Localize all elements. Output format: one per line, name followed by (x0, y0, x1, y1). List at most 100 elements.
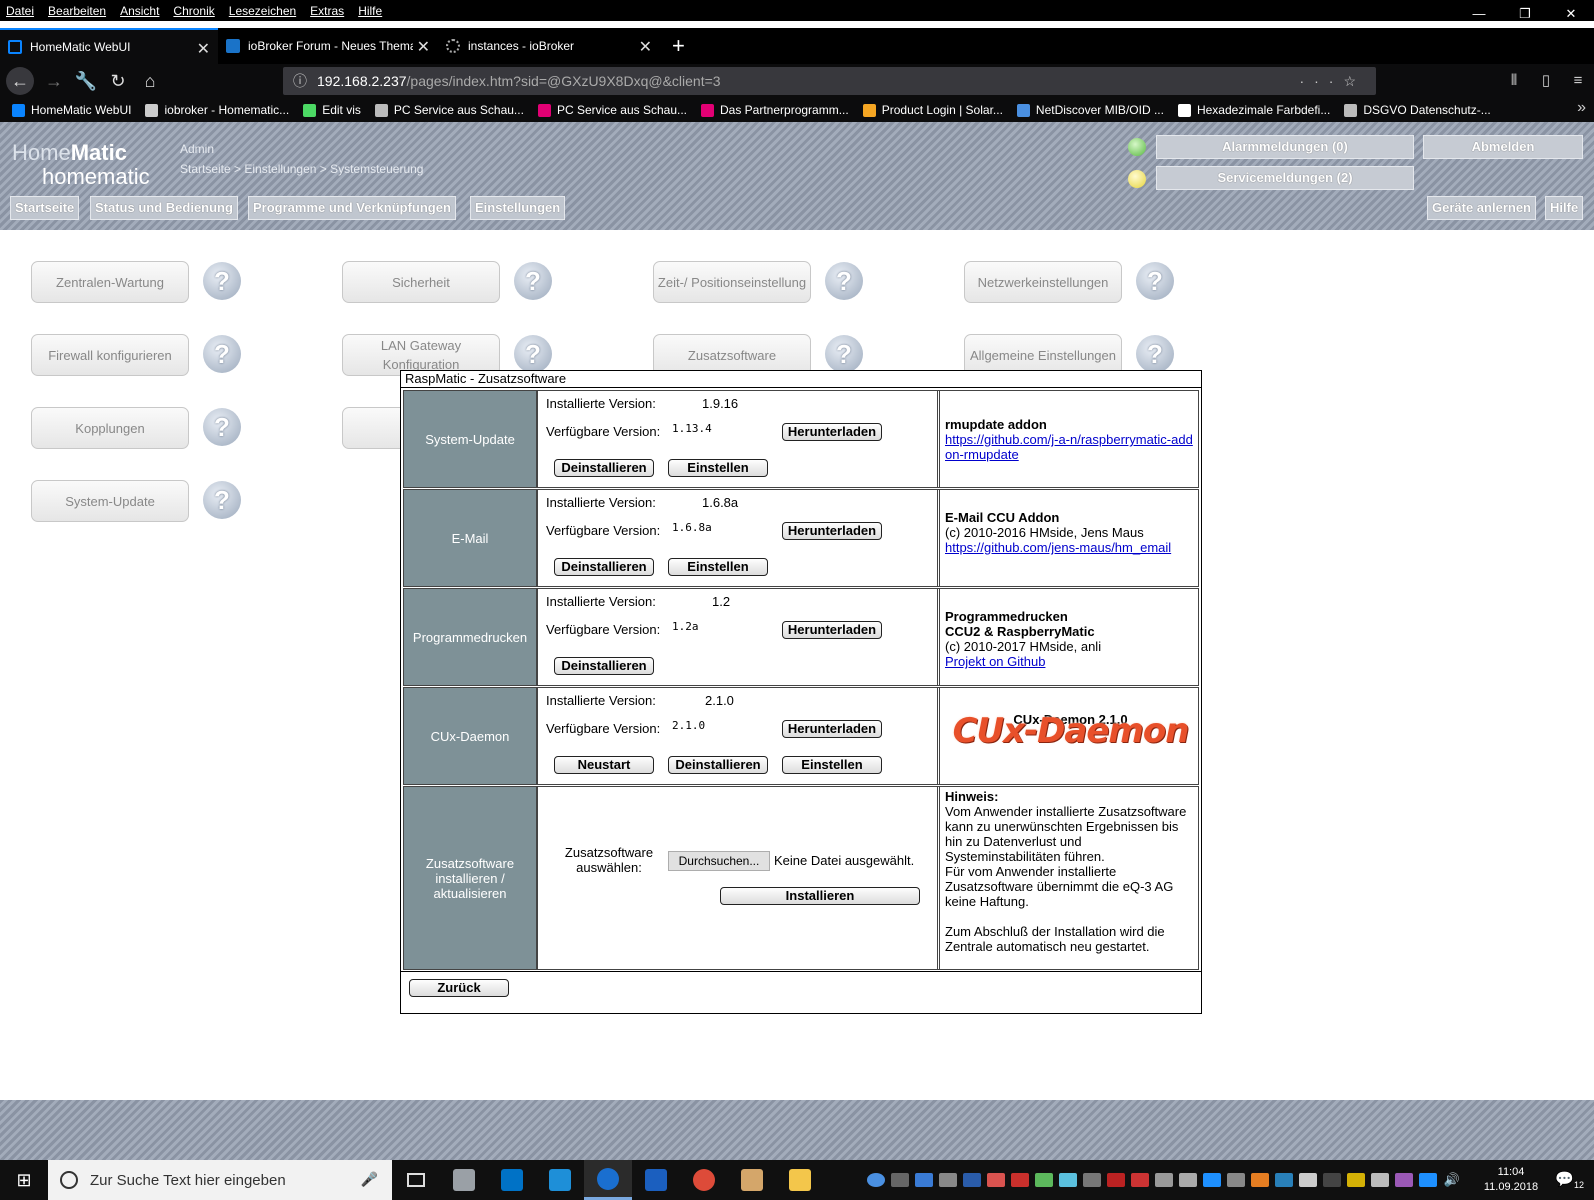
close-tab-icon[interactable]: ✕ (197, 39, 210, 59)
bookmark-item[interactable]: HomeMatic WebUI (12, 103, 131, 117)
uninstall-button[interactable]: Deinstallieren (554, 459, 654, 477)
browse-button[interactable]: Durchsuchen... (668, 851, 770, 871)
hamburger-menu-icon[interactable]: ≡ (1562, 67, 1594, 95)
nav-startseite[interactable]: Startseite (10, 196, 80, 220)
nav-einstellungen[interactable]: Einstellungen (470, 196, 566, 220)
uninstall-button[interactable]: Deinstallieren (554, 558, 654, 576)
tray-app-icon[interactable] (1322, 1173, 1341, 1187)
tray-app-icon[interactable] (986, 1173, 1005, 1187)
bluetooth-icon[interactable] (1418, 1173, 1437, 1187)
info-icon[interactable]: ⓘ (293, 67, 307, 95)
sidebar-icon[interactable]: ▯ (1530, 67, 1562, 95)
service-messages-button[interactable]: Servicemeldungen (2) (1156, 166, 1414, 190)
taskbar-app-icon[interactable] (536, 1160, 584, 1200)
tray-app-icon[interactable] (1082, 1173, 1101, 1187)
tray-app-icon[interactable] (1298, 1173, 1317, 1187)
bookmark-item[interactable]: Das Partnerprogramm... (701, 103, 849, 117)
bookmark-item[interactable]: iobroker - Homematic... (145, 103, 289, 117)
notification-center-icon[interactable]: 💬12 (1555, 1170, 1584, 1190)
tray-app-icon[interactable] (1154, 1173, 1173, 1187)
help-icon[interactable]: ? (1136, 262, 1174, 300)
tray-app-icon[interactable] (962, 1173, 981, 1187)
menu-ansicht[interactable]: Ansicht (120, 4, 159, 18)
reload-icon[interactable]: ↻ (102, 67, 134, 95)
restore-button[interactable]: ❐ (1502, 0, 1548, 28)
volume-icon[interactable]: 🔊 (1444, 1172, 1460, 1188)
help-icon[interactable]: ? (514, 262, 552, 300)
new-tab-button[interactable]: + (660, 28, 697, 64)
taskbar-app-icon[interactable] (776, 1160, 824, 1200)
alarm-messages-button[interactable]: Alarmmeldungen (0) (1156, 135, 1414, 159)
menu-lesezeichen[interactable]: Lesezeichen (229, 4, 296, 18)
help-icon[interactable]: ? (825, 262, 863, 300)
close-tab-icon[interactable]: ✕ (417, 37, 430, 57)
back-button[interactable]: Zurück (409, 979, 509, 997)
help-icon[interactable]: ? (514, 335, 552, 373)
menu-extras[interactable]: Extras (310, 4, 344, 18)
microphone-icon[interactable]: 🎤 (361, 1171, 378, 1188)
taskbar-app-icon[interactable] (440, 1160, 488, 1200)
uninstall-button[interactable]: Deinstallieren (668, 756, 768, 774)
network-settings-button[interactable]: Netzwerkeinstellungen (964, 261, 1122, 303)
minimize-button[interactable]: — (1456, 0, 1502, 28)
tray-app-icon[interactable] (1010, 1173, 1029, 1187)
configure-button[interactable]: Einstellen (668, 459, 768, 477)
bookmark-item[interactable]: PC Service aus Schau... (374, 103, 524, 117)
help-icon[interactable]: ? (825, 335, 863, 373)
tab-iobroker-forum[interactable]: ioBroker Forum - Neues Thema ✕ (218, 28, 438, 64)
bookmark-item[interactable]: Edit vis (303, 103, 361, 117)
tray-app-icon[interactable] (914, 1173, 933, 1187)
tray-app-icon[interactable] (1370, 1173, 1389, 1187)
bookmark-item[interactable]: DSGVO Datenschutz-... (1344, 103, 1491, 117)
pairings-button[interactable]: Kopplungen (31, 407, 189, 449)
download-button[interactable]: Herunterladen (782, 522, 882, 540)
addon-link[interactable]: Projekt on Github (945, 654, 1045, 669)
tray-app-icon[interactable] (1202, 1173, 1221, 1187)
clock[interactable]: 11:04 11.09.2018 (1476, 1165, 1546, 1195)
people-tray-icon[interactable] (890, 1173, 909, 1187)
install-button[interactable]: Installieren (720, 887, 920, 905)
menu-hilfe[interactable]: Hilfe (358, 4, 382, 18)
system-update-button[interactable]: System-Update (31, 480, 189, 522)
uninstall-button[interactable]: Deinstallieren (554, 657, 654, 675)
nav-status-bedienung[interactable]: Status und Bedienung (90, 196, 238, 220)
configure-button[interactable]: Einstellen (782, 756, 882, 774)
restart-button[interactable]: Neustart (554, 756, 654, 774)
tab-homematic[interactable]: HomeMatic WebUI ✕ (0, 28, 218, 64)
tray-app-icon[interactable] (1274, 1173, 1293, 1187)
taskbar-app-icon[interactable] (728, 1160, 776, 1200)
nav-programme[interactable]: Programme und Verknüpfungen (248, 196, 456, 220)
close-tab-icon[interactable]: ✕ (639, 37, 652, 57)
security-button[interactable]: Sicherheit (342, 261, 500, 303)
task-view-icon[interactable] (392, 1160, 440, 1200)
tray-app-icon[interactable] (1034, 1173, 1053, 1187)
usb-tray-icon[interactable] (1178, 1173, 1197, 1187)
bookmark-item[interactable]: Product Login | Solar... (862, 103, 1003, 117)
tray-app-icon[interactable] (1058, 1173, 1077, 1187)
help-icon[interactable]: ? (203, 262, 241, 300)
firewall-button[interactable]: Firewall konfigurieren (31, 334, 189, 376)
time-position-button[interactable]: Zeit-/ Positionseinstellung (653, 261, 811, 303)
tray-app-icon[interactable] (1346, 1173, 1365, 1187)
bookmark-item[interactable]: PC Service aus Schau... (537, 103, 687, 117)
tray-app-icon[interactable] (1394, 1173, 1413, 1187)
home-icon[interactable]: ⌂ (134, 67, 166, 95)
menu-chronik[interactable]: Chronik (173, 4, 214, 18)
help-icon[interactable]: ? (1136, 335, 1174, 373)
taskbar-app-icon[interactable] (488, 1160, 536, 1200)
back-arrow-icon[interactable]: ← (6, 67, 34, 95)
help-tray-icon[interactable] (866, 1173, 885, 1187)
close-window-button[interactable]: ✕ (1548, 0, 1594, 28)
tab-instances[interactable]: instances - ioBroker ✕ (438, 28, 660, 64)
taskbar-app-icon[interactable] (680, 1160, 728, 1200)
help-icon[interactable]: ? (203, 408, 241, 446)
tray-app-icon[interactable] (1250, 1173, 1269, 1187)
download-button[interactable]: Herunterladen (782, 720, 882, 738)
tray-app-icon[interactable] (1106, 1173, 1125, 1187)
library-icon[interactable]: ⫴ (1498, 67, 1530, 95)
taskbar-search-box[interactable]: Zur Suche Text hier eingeben 🎤 (48, 1160, 392, 1200)
taskbar-app-icon[interactable] (632, 1160, 680, 1200)
central-maintenance-button[interactable]: Zentralen-Wartung (31, 261, 189, 303)
help-button[interactable]: Hilfe (1545, 196, 1584, 220)
bookmarks-overflow-icon[interactable]: » (1577, 99, 1586, 117)
